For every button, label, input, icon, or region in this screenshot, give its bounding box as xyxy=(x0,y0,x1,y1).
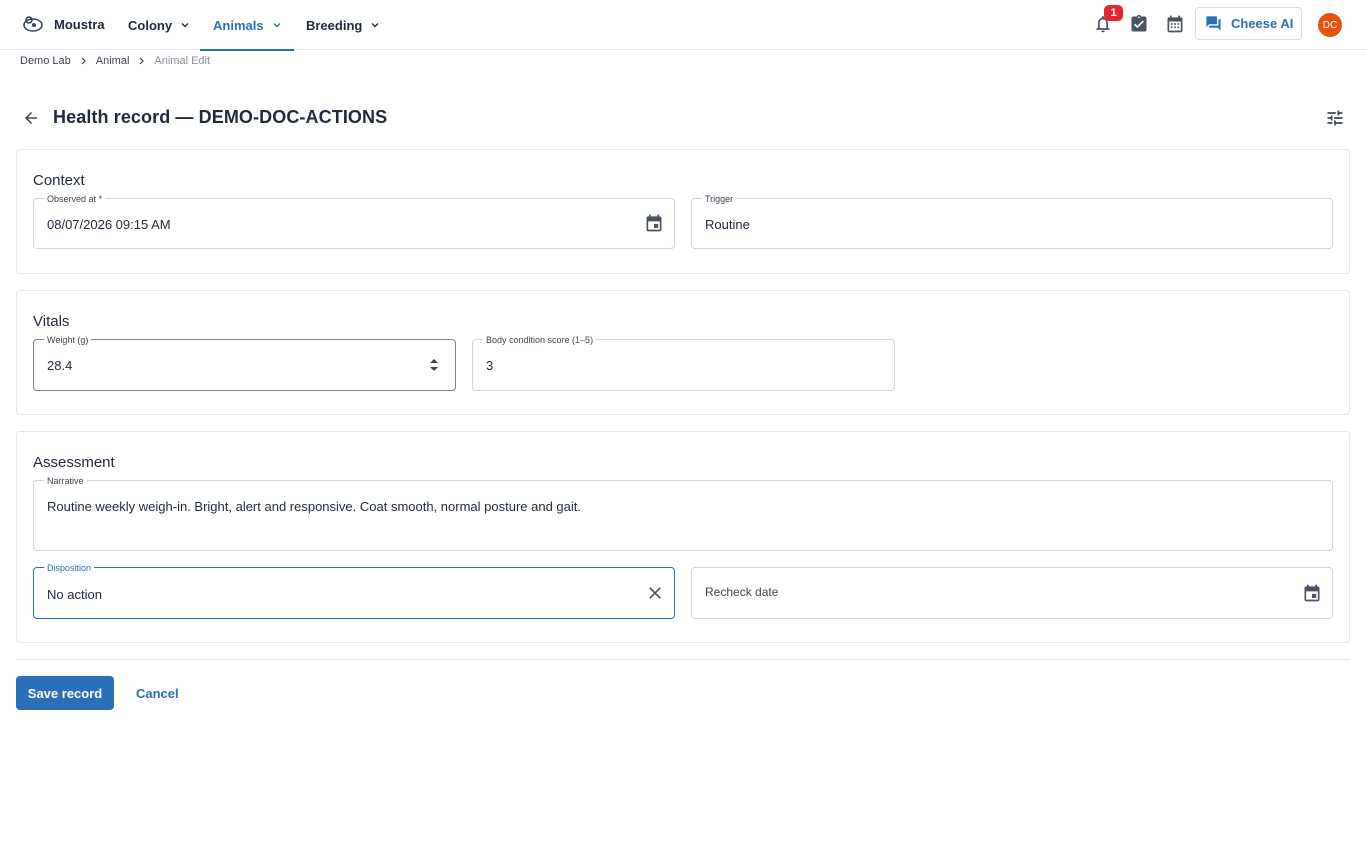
disposition-label: Disposition xyxy=(44,563,95,573)
vitals-title: Vitals xyxy=(33,313,70,330)
recheck-date-field[interactable]: Recheck date xyxy=(691,567,1333,619)
narrative-field[interactable]: Narrative Routine weekly weigh-in. Brigh… xyxy=(33,476,1333,551)
trigger-label: Trigger xyxy=(702,194,737,204)
calendar-icon[interactable] xyxy=(1302,583,1322,603)
recheck-date-placeholder: Recheck date xyxy=(705,585,779,599)
assessment-title: Assessment xyxy=(33,454,115,471)
calendar-icon[interactable] xyxy=(644,213,664,233)
cheese-ai-label: Cheese AI xyxy=(1231,16,1294,31)
weight-label: Weight (g) xyxy=(44,335,92,345)
assessment-card: Assessment Narrative Routine weekly weig… xyxy=(16,431,1350,643)
vitals-card: Vitals Weight (g) 28.4 Body condition sc… xyxy=(16,290,1350,415)
trigger-value: Routine xyxy=(705,217,750,232)
breadcrumb-demo-lab[interactable]: Demo Lab xyxy=(20,55,71,67)
breadcrumb-animal-edit: Animal Edit xyxy=(154,55,211,67)
body-condition-score-label: Body condition score (1–5) xyxy=(483,335,597,345)
moustra-logo-icon xyxy=(23,16,43,32)
back-arrow-icon[interactable] xyxy=(22,109,40,127)
nav-colony-label: Colony xyxy=(128,17,173,33)
page-title: Health record — DEMO-DOC-ACTIONS xyxy=(53,107,388,127)
context-title: Context xyxy=(33,172,85,189)
calendar-icon xyxy=(1167,15,1183,33)
chevron-down-icon xyxy=(181,23,189,28)
chevron-down-icon xyxy=(371,23,379,28)
breadcrumb-animal[interactable]: Animal xyxy=(96,55,130,67)
clear-icon[interactable] xyxy=(645,583,665,603)
number-stepper-icon[interactable] xyxy=(424,355,444,375)
chevron-right-icon xyxy=(81,57,86,65)
nav-breeding-label: Breeding xyxy=(306,17,363,33)
body-condition-score-value: 3 xyxy=(486,358,494,373)
clipboard-check-icon xyxy=(1131,14,1147,32)
cancel-button[interactable]: Cancel xyxy=(136,676,179,710)
nav-animals-label: Animals xyxy=(213,17,264,33)
observed-at-field[interactable]: Observed at * 08/07/2026 09:15 AM xyxy=(33,194,675,249)
brand[interactable]: Moustra xyxy=(22,13,105,35)
notification-count-badge: 1 xyxy=(1104,5,1123,21)
actions-divider xyxy=(16,659,1350,660)
disposition-value: No action xyxy=(47,587,102,602)
narrative-label: Narrative xyxy=(44,476,87,486)
top-navigation-bar: Moustra Colony Animals Breeding 1 Cheese… xyxy=(0,0,1366,51)
nav-breeding[interactable]: Breeding xyxy=(306,0,380,50)
nav-colony[interactable]: Colony xyxy=(128,0,190,50)
weight-field[interactable]: Weight (g) 28.4 xyxy=(33,335,456,391)
brand-name: Moustra xyxy=(54,16,105,32)
chevron-down-icon xyxy=(273,23,281,28)
cheese-ai-button[interactable]: Cheese AI xyxy=(1195,7,1302,40)
breadcrumb: Demo Lab Animal Animal Edit xyxy=(20,54,210,68)
chevron-right-icon xyxy=(139,57,145,65)
context-card: Context Observed at * 08/07/2026 09:15 A… xyxy=(16,149,1350,274)
narrative-value: Routine weekly weigh-in. Bright, alert a… xyxy=(47,499,582,514)
user-avatar[interactable]: DC xyxy=(1318,13,1342,37)
tasks-button[interactable] xyxy=(1128,13,1150,35)
tune-settings-icon[interactable] xyxy=(1325,108,1345,128)
save-record-button[interactable]: Save record xyxy=(16,676,114,710)
body-condition-score-field[interactable]: Body condition score (1–5) 3 xyxy=(472,335,895,391)
observed-at-label: Observed at * xyxy=(44,194,106,204)
chat-icon xyxy=(1206,16,1221,31)
trigger-field[interactable]: Trigger Routine xyxy=(691,194,1333,249)
weight-value: 28.4 xyxy=(47,358,73,373)
disposition-field[interactable]: Disposition No action xyxy=(33,563,675,619)
calendar-button[interactable] xyxy=(1164,13,1186,35)
nav-animals[interactable]: Animals xyxy=(200,0,294,51)
observed-at-value: 08/07/2026 09:15 AM xyxy=(47,217,171,232)
